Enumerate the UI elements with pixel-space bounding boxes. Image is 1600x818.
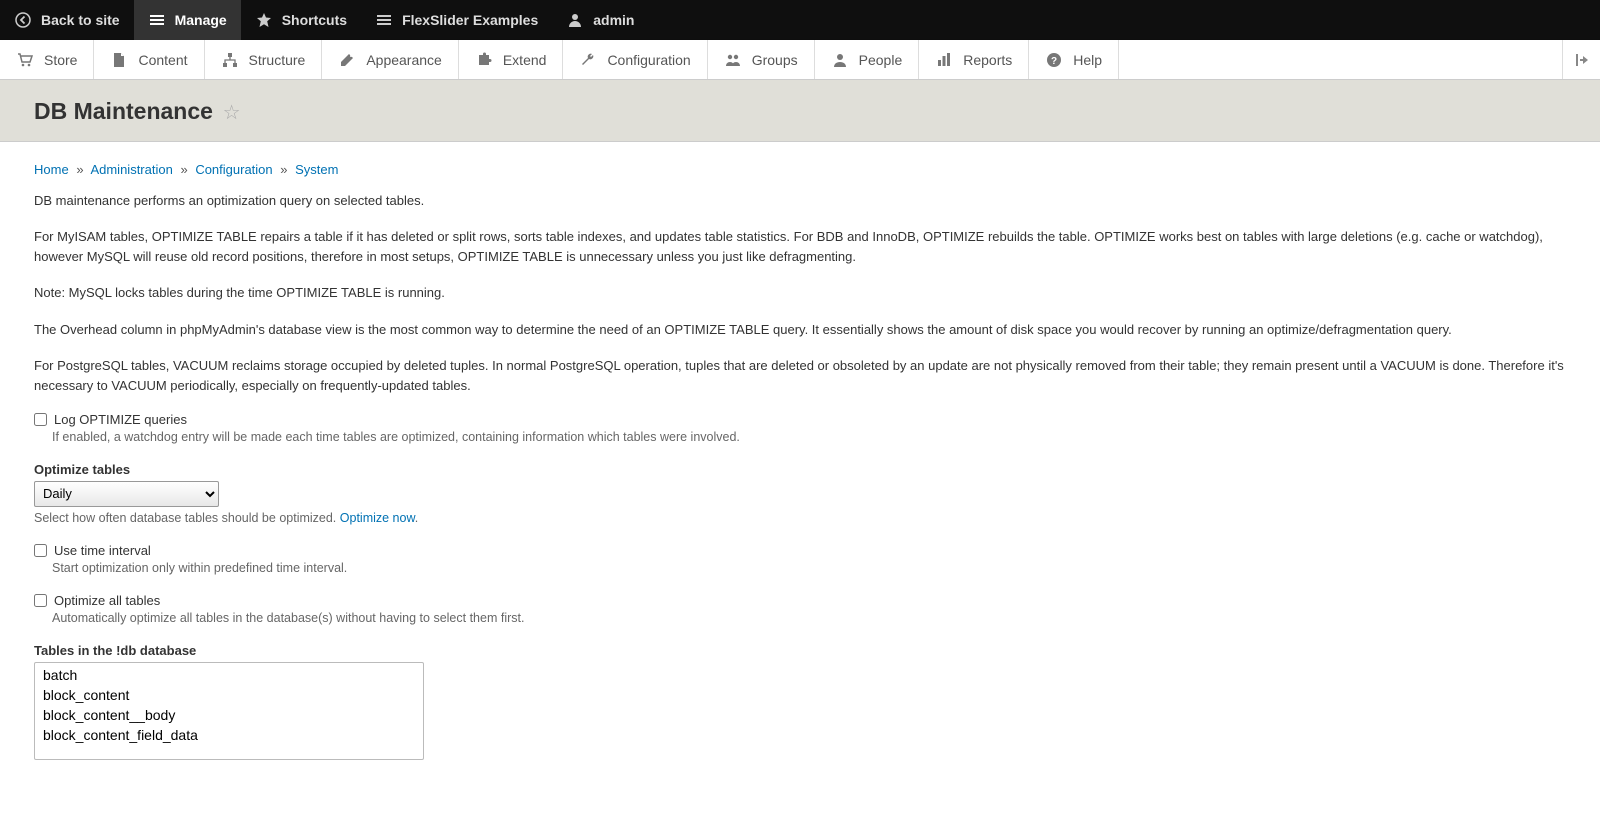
log-optimize-field: Log OPTIMIZE queries If enabled, a watch…	[34, 412, 1566, 444]
user-label: admin	[593, 12, 634, 28]
optimize-frequency-field: Optimize tables Daily Select how often d…	[34, 462, 1566, 525]
intro-text: Note: MySQL locks tables during the time…	[34, 283, 1566, 303]
admin-toolbar: Back to site Manage Shortcuts FlexSlider…	[0, 0, 1600, 40]
breadcrumb-home[interactable]: Home	[34, 162, 69, 177]
table-option[interactable]: batch	[37, 665, 421, 685]
time-interval-field: Use time interval Start optimization onl…	[34, 543, 1566, 575]
page-header: DB Maintenance ☆	[0, 80, 1600, 142]
back-to-site-link[interactable]: Back to site	[0, 0, 134, 40]
page-content: Home » Administration » Configuration » …	[0, 142, 1600, 818]
tables-multiselect[interactable]: batchblock_contentblock_content__bodyblo…	[34, 662, 424, 760]
breadcrumb-config[interactable]: Configuration	[195, 162, 272, 177]
optimize-help-prefix: Select how often database tables should …	[34, 511, 340, 525]
intro-text: DB maintenance performs an optimization …	[34, 191, 1566, 211]
log-optimize-desc: If enabled, a watchdog entry will be mad…	[52, 430, 1566, 444]
optimize-all-field: Optimize all tables Automatically optimi…	[34, 593, 1566, 625]
manage-subnav: Store Content Structure Appearance Exten…	[0, 40, 1600, 80]
page-title: DB Maintenance	[34, 98, 213, 125]
nav-help[interactable]: ? Help	[1029, 40, 1119, 79]
flexslider-label: FlexSlider Examples	[402, 12, 538, 28]
nav-groups[interactable]: Groups	[708, 40, 815, 79]
cart-icon	[16, 51, 34, 69]
tables-label: Tables in the !db database	[34, 643, 1566, 658]
manage-label: Manage	[175, 12, 227, 28]
shortcuts-label: Shortcuts	[282, 12, 347, 28]
nav-structure[interactable]: Structure	[205, 40, 323, 79]
bar-chart-icon	[935, 51, 953, 69]
log-optimize-checkbox[interactable]	[34, 413, 47, 426]
nav-reports-label: Reports	[963, 52, 1012, 68]
hamburger-icon	[148, 11, 166, 29]
nav-help-label: Help	[1073, 52, 1102, 68]
toolbar-orientation-toggle[interactable]	[1562, 40, 1600, 79]
user-icon	[566, 11, 584, 29]
flexslider-link[interactable]: FlexSlider Examples	[361, 0, 552, 40]
manage-toggle[interactable]: Manage	[134, 0, 241, 40]
nav-content-label: Content	[138, 52, 187, 68]
nav-people[interactable]: People	[815, 40, 920, 79]
breadcrumb: Home » Administration » Configuration » …	[34, 162, 1566, 177]
time-interval-checkbox[interactable]	[34, 544, 47, 557]
shortcuts-menu[interactable]: Shortcuts	[241, 0, 361, 40]
nav-appearance[interactable]: Appearance	[322, 40, 459, 79]
breadcrumb-sep: »	[276, 162, 291, 177]
nav-groups-label: Groups	[752, 52, 798, 68]
breadcrumb-sep: »	[72, 162, 87, 177]
nav-extend[interactable]: Extend	[459, 40, 564, 79]
table-option[interactable]: block_content	[37, 685, 421, 705]
user-menu[interactable]: admin	[552, 0, 648, 40]
wrench-icon	[579, 51, 597, 69]
intro-text: For PostgreSQL tables, VACUUM reclaims s…	[34, 356, 1566, 396]
back-label: Back to site	[41, 12, 120, 28]
optimize-help-suffix: .	[415, 511, 418, 525]
help-icon: ?	[1045, 51, 1063, 69]
back-icon	[14, 11, 32, 29]
intro-text: For MyISAM tables, OPTIMIZE TABLE repair…	[34, 227, 1566, 267]
optimize-now-link[interactable]: Optimize now	[340, 511, 415, 525]
breadcrumb-admin[interactable]: Administration	[90, 162, 172, 177]
puzzle-icon	[475, 51, 493, 69]
time-interval-desc: Start optimization only within predefine…	[52, 561, 1566, 575]
nav-appearance-label: Appearance	[366, 52, 442, 68]
person-icon	[831, 51, 849, 69]
nav-structure-label: Structure	[249, 52, 306, 68]
nav-configuration-label: Configuration	[607, 52, 690, 68]
optimize-all-label[interactable]: Optimize all tables	[54, 593, 160, 608]
svg-text:?: ?	[1051, 56, 1057, 67]
optimize-all-desc: Automatically optimize all tables in the…	[52, 611, 1566, 625]
shortcut-star-icon[interactable]: ☆	[223, 102, 241, 124]
document-icon	[110, 51, 128, 69]
intro-text: The Overhead column in phpMyAdmin's data…	[34, 320, 1566, 340]
spacer	[1119, 40, 1562, 79]
groups-icon	[724, 51, 742, 69]
nav-people-label: People	[859, 52, 903, 68]
optimize-frequency-help: Select how often database tables should …	[34, 511, 1566, 525]
table-option[interactable]: block_content__body	[37, 705, 421, 725]
tables-field: Tables in the !db database batchblock_co…	[34, 643, 1566, 760]
time-interval-label[interactable]: Use time interval	[54, 543, 151, 558]
nav-content[interactable]: Content	[94, 40, 204, 79]
hierarchy-icon	[221, 51, 239, 69]
paint-icon	[338, 51, 356, 69]
breadcrumb-sep: »	[176, 162, 191, 177]
nav-configuration[interactable]: Configuration	[563, 40, 707, 79]
nav-store-label: Store	[44, 52, 77, 68]
star-icon	[255, 11, 273, 29]
breadcrumb-system[interactable]: System	[295, 162, 338, 177]
table-option[interactable]: block_content_field_data	[37, 725, 421, 745]
nav-extend-label: Extend	[503, 52, 547, 68]
optimize-all-checkbox[interactable]	[34, 594, 47, 607]
nav-reports[interactable]: Reports	[919, 40, 1029, 79]
lines-icon	[375, 11, 393, 29]
optimize-frequency-label: Optimize tables	[34, 462, 1566, 477]
log-optimize-label[interactable]: Log OPTIMIZE queries	[54, 412, 187, 427]
optimize-frequency-select[interactable]: Daily	[34, 481, 219, 507]
nav-store[interactable]: Store	[0, 40, 94, 79]
